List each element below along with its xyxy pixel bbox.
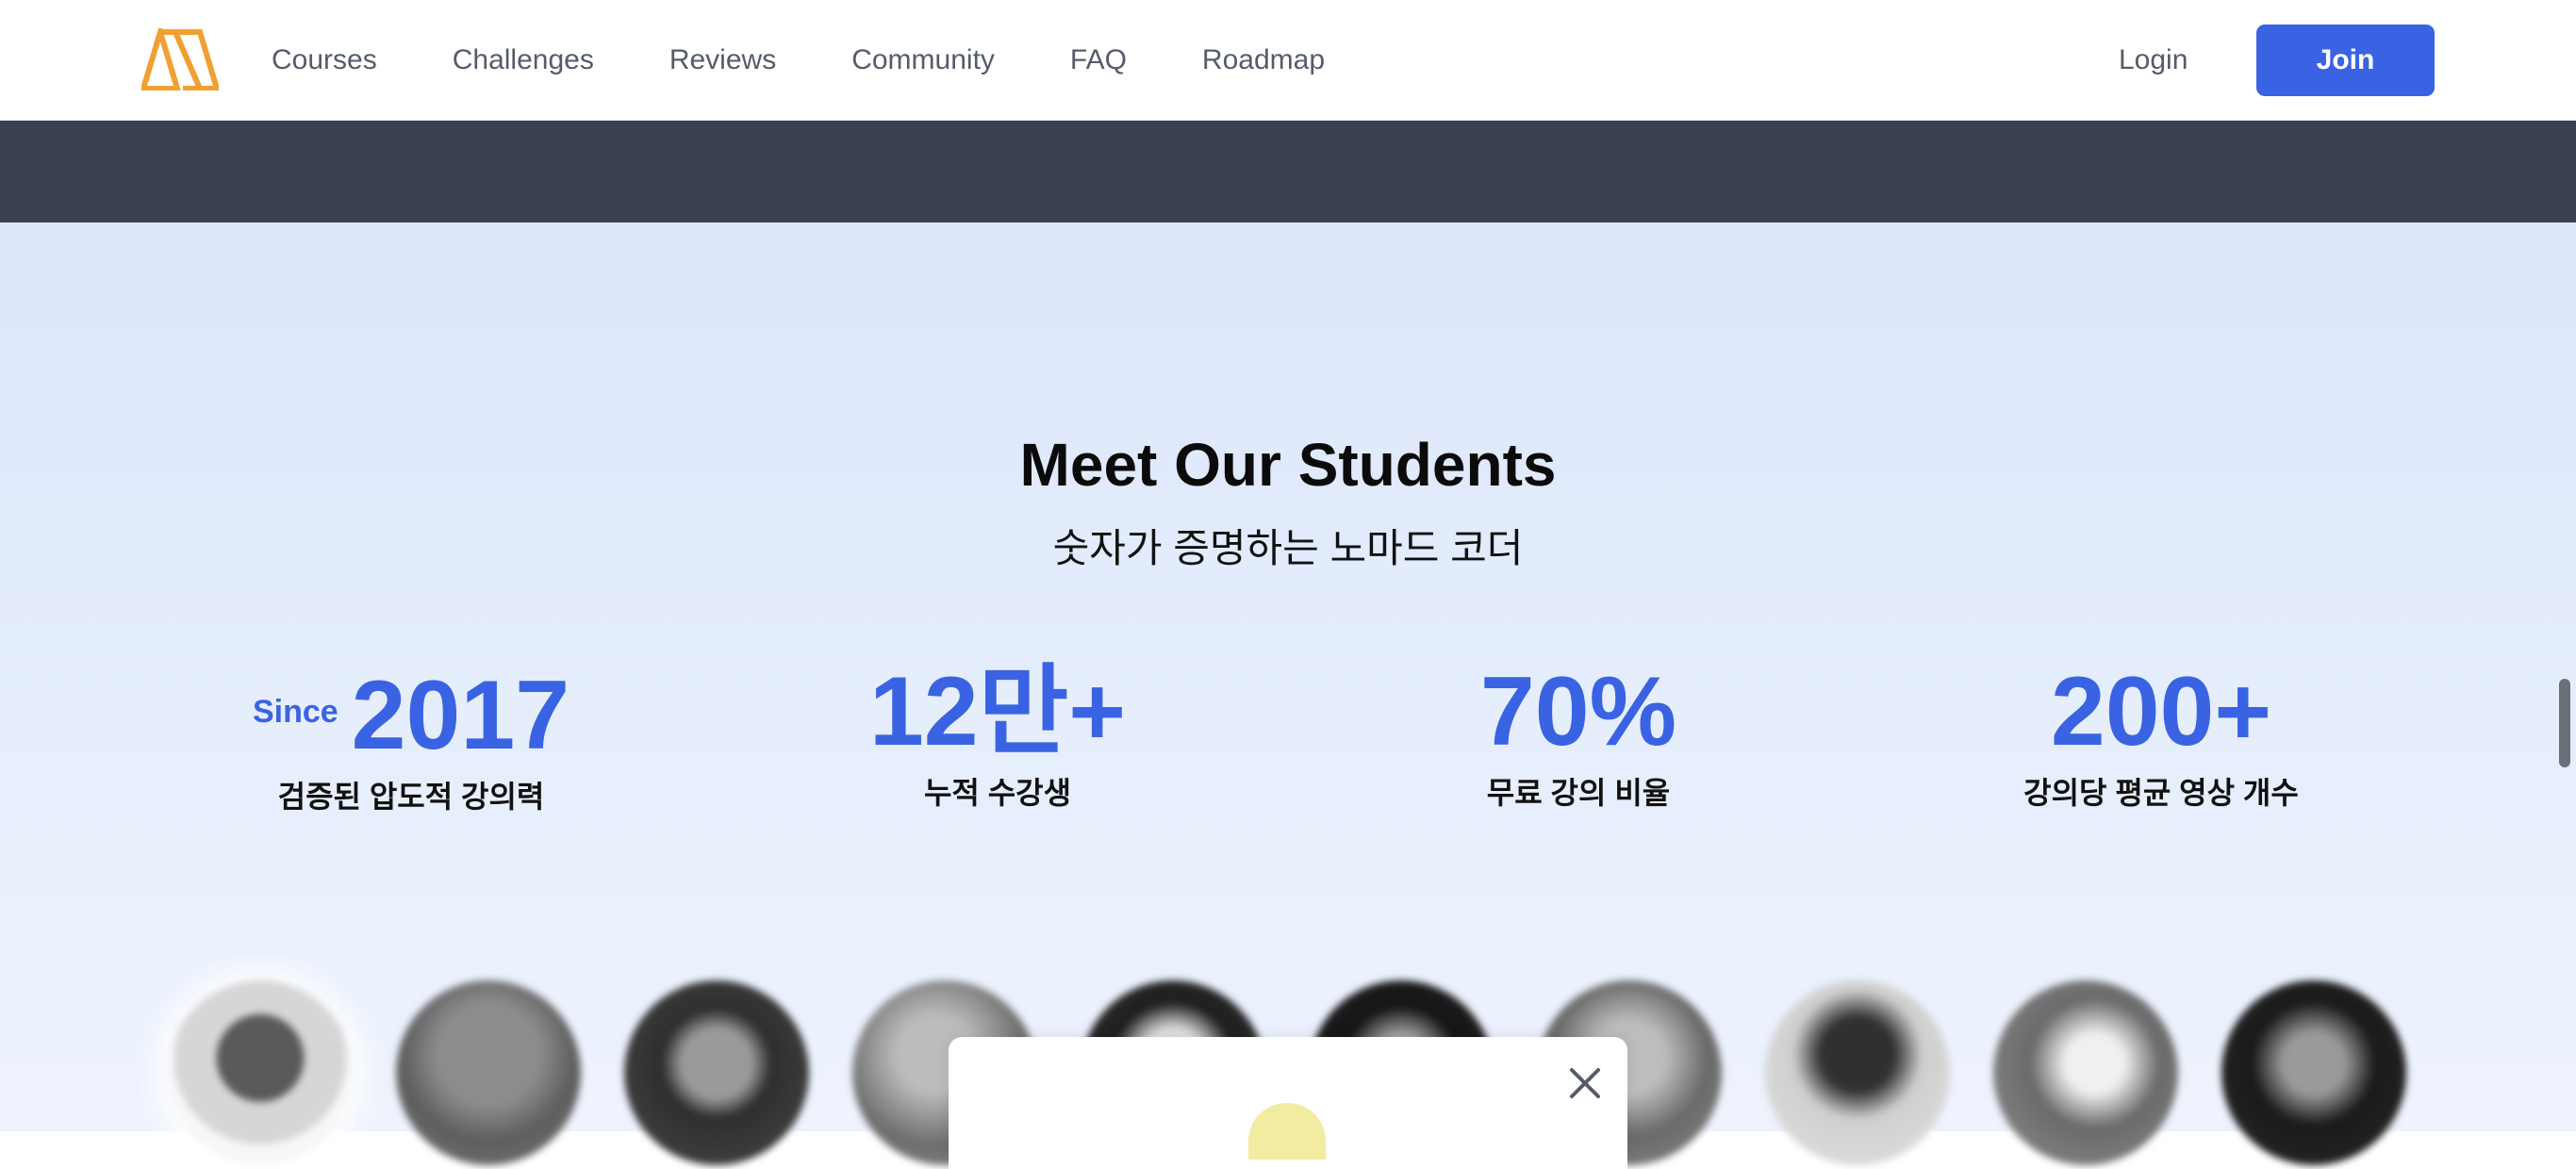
stat-label: 검증된 압도적 강의력 [277,780,545,814]
nav-link-roadmap[interactable]: Roadmap [1202,44,1325,76]
modal-illustration [1248,1103,1326,1160]
stat-value: 12만+ [868,657,1127,766]
stat-students: 12만+ 누적 수강생 [809,660,1186,813]
login-link[interactable]: Login [2119,0,2188,120]
stat-label: 강의당 평균 영상 개수 [2023,776,2299,810]
nav-link-faq[interactable]: FAQ [1070,44,1127,76]
stat-label: 누적 수강생 [923,776,1072,810]
stat-label: 무료 강의 비율 [1486,776,1671,810]
stat-free-ratio: 70% 무료 강의 비율 [1390,660,1767,813]
nav-link-courses[interactable]: Courses [272,44,377,76]
student-avatar [1765,980,1950,1165]
join-button[interactable]: Join [2256,25,2435,96]
stat-value: 70% [1479,657,1677,766]
student-avatar [1993,980,2178,1165]
nomad-logo-icon[interactable] [141,28,219,91]
dark-banner [0,121,2576,222]
nav-link-community[interactable]: Community [851,44,995,76]
stat-value-row: Since 2017 [223,660,600,767]
student-avatar [396,980,581,1165]
stat-since: Since 2017 검증된 압도적 강의력 [223,660,600,816]
nav-link-challenges[interactable]: Challenges [453,44,594,76]
scrollbar-thumb[interactable] [2559,679,2570,767]
student-avatar [624,980,809,1165]
nav-links: Courses Challenges Reviews Community FAQ… [272,0,1400,120]
student-avatar [2221,980,2406,1165]
stat-videos: 200+ 강의당 평균 영상 개수 [1973,660,2350,813]
stat-value: 200+ [2050,657,2272,766]
close-icon[interactable] [1567,1065,1603,1101]
section-title: Meet Our Students [1019,431,1557,499]
stat-value: 2017 [351,661,570,770]
stat-since-prefix: Since [252,694,339,730]
student-avatar [168,980,353,1165]
nav-link-reviews[interactable]: Reviews [669,44,776,76]
popup-modal [949,1037,1627,1169]
top-navigation-bar: Courses Challenges Reviews Community FAQ… [0,0,2576,121]
section-subtitle: 숫자가 증명하는 노마드 코더 [1052,526,1524,570]
